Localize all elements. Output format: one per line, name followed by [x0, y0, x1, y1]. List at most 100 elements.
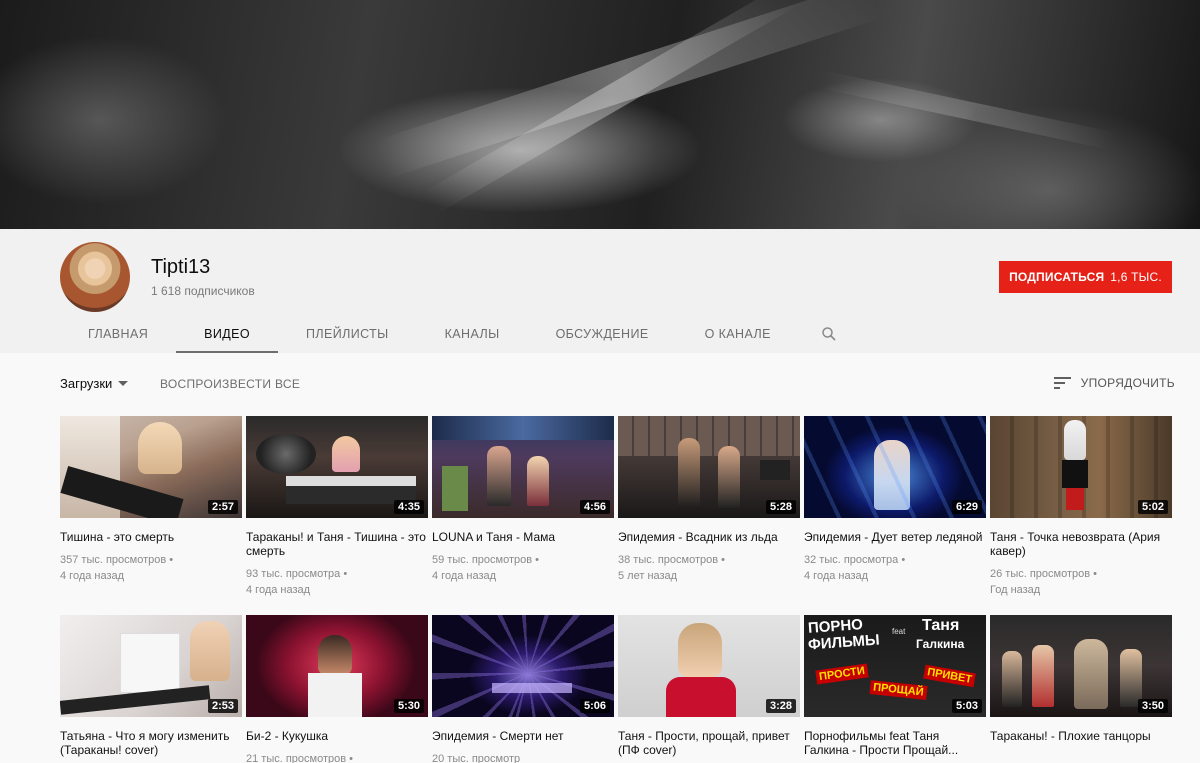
video-title[interactable]: Таня - Точка невозврата (Ария кавер) [990, 530, 1172, 558]
video-duration: 4:35 [393, 500, 424, 514]
channel-tabs: ГЛАВНАЯ ВИДЕО ПЛЕЙЛИСТЫ КАНАЛЫ ОБСУЖДЕНИ… [60, 314, 859, 353]
video-duration: 2:53 [207, 699, 238, 713]
subscribe-label: ПОДПИСАТЬСЯ [1009, 270, 1105, 284]
channel-avatar[interactable] [60, 242, 130, 312]
video-title[interactable]: Тараканы! - Плохие танцоры [990, 729, 1172, 743]
video-age: 4 года назад [432, 570, 497, 582]
more-dots-icon: • [343, 568, 348, 580]
video-title[interactable]: Эпидемия - Смерти нет [432, 729, 614, 743]
uploads-label: Загрузки [60, 376, 113, 391]
video-thumbnail[interactable]: 4:56 [432, 416, 614, 518]
play-all-button[interactable]: ВОСПРОИЗВЕСТИ ВСЕ [160, 377, 300, 391]
uploads-dropdown[interactable]: Загрузки [60, 376, 129, 391]
video-title[interactable]: Порнофильмы feat Таня Галкина - Прости П… [804, 729, 986, 757]
video-thumbnail[interactable]: 5:06 [432, 615, 614, 717]
video-views: 32 тыс. просмотра [804, 554, 899, 566]
channel-banner [0, 0, 1200, 229]
thumb-text-feat: feat [892, 627, 906, 636]
video-age: Год назад [990, 584, 1041, 596]
video-thumbnail[interactable]: 6:29 [804, 416, 986, 518]
tab-videos[interactable]: ВИДЕО [176, 314, 278, 353]
thumb-text-word2: ПРОЩАЙ [869, 680, 928, 700]
video-views: 21 тыс. просмотров [246, 753, 347, 763]
video-title[interactable]: Тараканы! и Таня - Тишина - это смерть [246, 530, 428, 558]
video-duration: 2:57 [207, 500, 238, 514]
thumb-text-word3: ПРИВЕТ [923, 664, 976, 688]
video-title[interactable]: Эпидемия - Всадник из льда [618, 530, 800, 544]
video-duration: 5:02 [1137, 500, 1168, 514]
thumb-text-line2: ФИЛЬМЫ [807, 631, 881, 654]
video-title[interactable]: LOUNA и Таня - Мама [432, 530, 614, 544]
video-thumbnail[interactable]: 2:57 [60, 416, 242, 518]
tab-channels[interactable]: КАНАЛЫ [417, 314, 528, 353]
video-duration: 5:30 [393, 699, 424, 713]
video-item[interactable]: 5:06 Эпидемия - Смерти нет 20 тыс. просм… [432, 615, 614, 763]
video-duration: 4:56 [579, 500, 610, 514]
video-item[interactable]: 3:50 Тараканы! - Плохие танцоры [990, 615, 1172, 743]
video-views: 26 тыс. просмотров [990, 568, 1091, 580]
more-dots-icon: • [901, 554, 906, 566]
channel-header: Tipti13 1 618 подписчиков ПОДПИСАТЬСЯ 1,… [0, 229, 1200, 353]
video-views: 38 тыс. просмотров [618, 554, 719, 566]
video-duration: 6:29 [951, 500, 982, 514]
video-age: 5 лет назад [618, 570, 678, 582]
more-dots-icon: • [1093, 568, 1098, 580]
more-dots-icon: • [535, 554, 540, 566]
sort-lines-icon [1053, 377, 1071, 389]
search-icon[interactable] [799, 314, 859, 353]
tab-about[interactable]: О КАНАЛЕ [677, 314, 799, 353]
video-thumbnail[interactable]: 2:53 [60, 615, 242, 717]
video-thumbnail[interactable]: 5:28 [618, 416, 800, 518]
video-thumbnail[interactable]: 3:50 [990, 615, 1172, 717]
video-item[interactable]: 5:30 Би-2 - Кукушка 21 тыс. просмотров • [246, 615, 428, 763]
caret-down-icon [118, 380, 129, 386]
videos-toolbar: Загрузки ВОСПРОИЗВЕСТИ ВСЕ УПОРЯДОЧИТЬ [60, 374, 1175, 394]
subscribe-button[interactable]: ПОДПИСАТЬСЯ 1,6 ТЫС. [999, 261, 1172, 293]
video-title[interactable]: Татьяна - Что я могу изменить (Тараканы!… [60, 729, 242, 757]
video-item[interactable]: 4:56 LOUNA и Таня - Мама 59 тыс. просмот… [432, 416, 614, 584]
more-dots-icon: • [169, 554, 174, 566]
video-age: 4 года назад [60, 570, 125, 582]
video-thumbnail[interactable]: 5:02 [990, 416, 1172, 518]
sort-button[interactable]: УПОРЯДОЧИТЬ [1053, 376, 1175, 390]
thumb-text-name2: Галкина [916, 637, 965, 651]
video-age: 4 года назад [246, 584, 311, 596]
video-duration: 5:03 [951, 699, 982, 713]
video-title[interactable]: Эпидемия - Дует ветер ледяной [804, 530, 986, 544]
video-item[interactable]: 5:02 Таня - Точка невозврата (Ария кавер… [990, 416, 1172, 598]
more-dots-icon: • [349, 753, 354, 763]
video-item[interactable]: 6:29 Эпидемия - Дует ветер ледяной 32 ты… [804, 416, 986, 584]
video-thumbnail[interactable]: ПОРНО ФИЛЬМЫ feat Таня Галкина ПРОСТИ ПР… [804, 615, 986, 717]
video-views: 93 тыс. просмотра [246, 568, 341, 580]
video-age: 4 года назад [804, 570, 869, 582]
thumb-text-word1: ПРОСТИ [815, 663, 869, 685]
video-item[interactable]: 3:28 Таня - Прости, прощай, привет (ПФ c… [618, 615, 800, 757]
subscriber-count: 1 618 подписчиков [151, 284, 255, 298]
video-duration: 5:06 [579, 699, 610, 713]
video-thumbnail[interactable]: 4:35 [246, 416, 428, 518]
video-views: 357 тыс. просмотров [60, 554, 167, 566]
video-item[interactable]: 4:35 Тараканы! и Таня - Тишина - это сме… [246, 416, 428, 598]
tab-home[interactable]: ГЛАВНАЯ [60, 314, 176, 353]
video-duration: 3:50 [1137, 699, 1168, 713]
video-views: 59 тыс. просмотров [432, 554, 533, 566]
sort-label: УПОРЯДОЧИТЬ [1080, 376, 1175, 390]
video-title[interactable]: Тишина - это смерть [60, 530, 242, 544]
video-thumbnail[interactable]: 3:28 [618, 615, 800, 717]
thumb-text-name1: Таня [922, 617, 960, 634]
video-duration: 5:28 [765, 500, 796, 514]
video-item[interactable]: 2:57 Тишина - это смерть 357 тыс. просмо… [60, 416, 242, 584]
subscribe-count: 1,6 ТЫС. [1110, 270, 1162, 284]
tab-discussion[interactable]: ОБСУЖДЕНИЕ [528, 314, 677, 353]
video-thumbnail[interactable]: 5:30 [246, 615, 428, 717]
video-title[interactable]: Таня - Прости, прощай, привет (ПФ cover) [618, 729, 800, 757]
tab-playlists[interactable]: ПЛЕЙЛИСТЫ [278, 314, 417, 353]
video-item[interactable]: 5:28 Эпидемия - Всадник из льда 38 тыс. … [618, 416, 800, 584]
video-duration: 3:28 [765, 699, 796, 713]
video-title[interactable]: Би-2 - Кукушка [246, 729, 428, 743]
channel-name[interactable]: Tipti13 [151, 256, 210, 279]
more-dots-icon: • [721, 554, 726, 566]
video-views: 20 тыс. просмотр [432, 753, 521, 763]
video-item[interactable]: ПОРНО ФИЛЬМЫ feat Таня Галкина ПРОСТИ ПР… [804, 615, 986, 757]
video-item[interactable]: 2:53 Татьяна - Что я могу изменить (Тара… [60, 615, 242, 757]
